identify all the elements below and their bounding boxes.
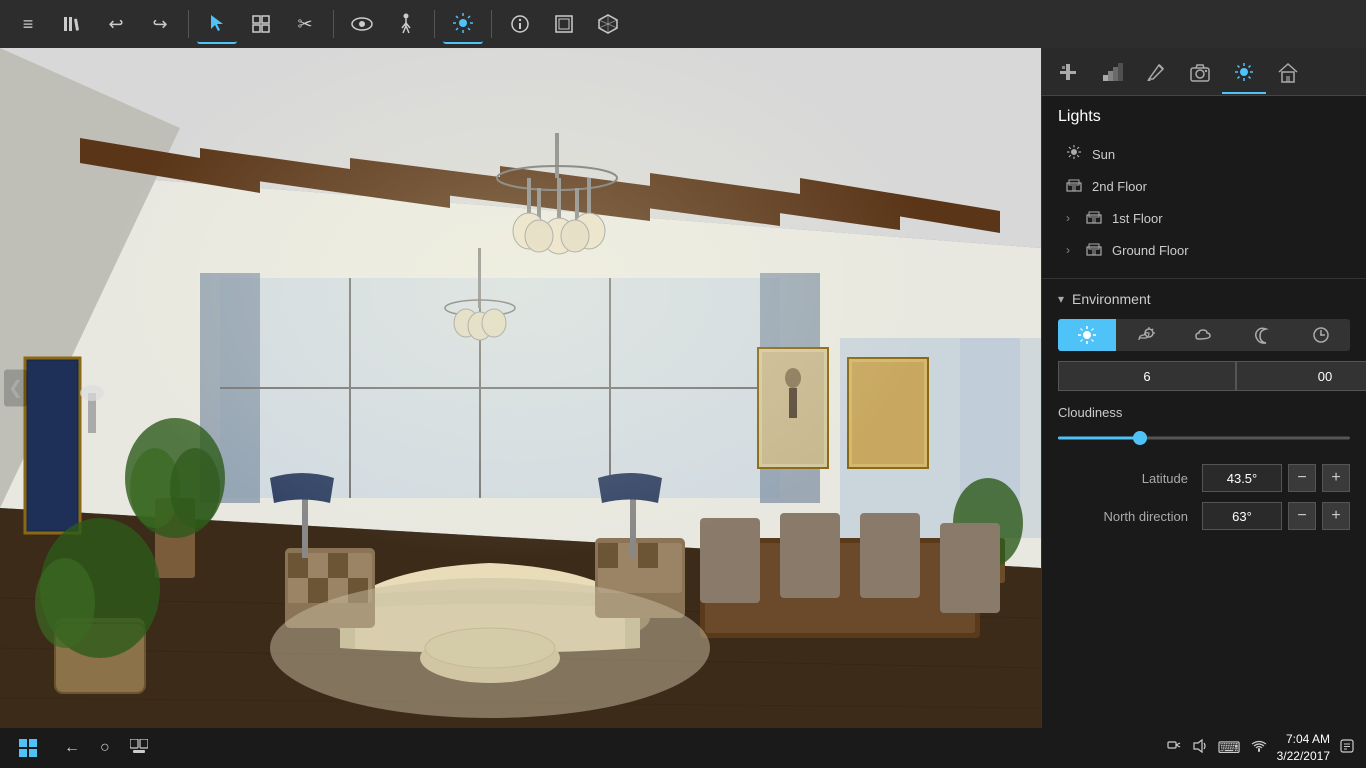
sun-light-icon [1066,144,1082,164]
taskbar-keyboard-icon[interactable]: ⌨ [1218,738,1241,758]
north-direction-row: North direction − + [1058,502,1350,530]
environment-header[interactable]: ▾ Environment [1058,291,1350,307]
weather-clear-btn[interactable] [1058,319,1116,351]
menu-icon[interactable]: ≡ [8,4,48,44]
separator-3 [434,10,435,38]
latitude-plus-btn[interactable]: + [1322,464,1350,492]
weather-buttons [1058,319,1350,351]
weather-night-btn[interactable] [1233,319,1291,351]
camera-panel-icon[interactable] [1178,50,1222,94]
taskbar-notification-icon[interactable] [1166,738,1182,759]
light-item-ground-floor[interactable]: › Ground Floor [1058,234,1350,266]
scissors-icon[interactable]: ✂ [285,4,325,44]
undo-icon[interactable]: ↩ [96,4,136,44]
taskbar-search-btn[interactable]: ○ [100,739,110,757]
3d-icon[interactable] [588,4,628,44]
light-item-sun[interactable]: Sun [1058,138,1350,170]
redo-icon[interactable]: ↪ [140,4,180,44]
environment-section: ▾ Environment [1042,278,1366,728]
viewport[interactable]: ❮ [0,48,1041,728]
separator-1 [188,10,189,38]
north-direction-minus-btn[interactable]: − [1288,502,1316,530]
latitude-label: Latitude [1058,471,1196,486]
weather-time-btn[interactable] [1292,319,1350,351]
cloudiness-label: Cloudiness [1058,405,1350,420]
windows-start-btn[interactable] [12,732,44,764]
taskbar-date-display: 3/22/2017 [1277,748,1330,765]
taskbar-taskview-btn[interactable] [130,739,148,758]
floor-light-icon-2nd [1066,176,1082,196]
latitude-minus-btn[interactable]: − [1288,464,1316,492]
weather-cloudy-btn[interactable] [1175,319,1233,351]
info-icon[interactable] [500,4,540,44]
slider-thumb[interactable] [1133,431,1147,445]
latitude-input[interactable] [1202,464,1282,492]
2nd-floor-label: 2nd Floor [1092,179,1342,194]
north-direction-plus-btn[interactable]: + [1322,502,1350,530]
taskbar-network-icon[interactable] [1251,739,1267,758]
grid-icon[interactable] [241,4,281,44]
taskbar-time-display: 7:04 AM [1277,731,1330,748]
ground-floor-label: Ground Floor [1112,243,1342,258]
taskbar-left: ← ○ [12,732,148,764]
paint-panel-icon[interactable] [1134,50,1178,94]
taskbar-back-btn[interactable]: ← [64,739,80,757]
expand-1st-floor-icon: › [1066,211,1070,225]
right-panel: Lights Sun [1041,48,1366,728]
time-inputs [1058,361,1350,391]
north-direction-label: North direction [1058,509,1196,524]
sun-toolbar-icon[interactable] [443,4,483,44]
build-panel-icon[interactable] [1046,50,1090,94]
walk-icon[interactable] [386,4,426,44]
env-collapse-icon: ▾ [1058,292,1064,306]
lights-panel-icon[interactable] [1222,50,1266,94]
time-minute-input[interactable] [1236,361,1366,391]
light-item-1st-floor[interactable]: › 1st Floor [1058,202,1350,234]
slider-fill [1058,437,1140,440]
environment-title: Environment [1072,291,1151,307]
sun-light-label: Sun [1092,147,1342,162]
fullscreen-icon[interactable] [544,4,584,44]
separator-2 [333,10,334,38]
north-direction-input[interactable] [1202,502,1282,530]
lights-section: Lights Sun [1042,96,1366,278]
house-panel-icon[interactable] [1266,50,1310,94]
panel-icons [1042,48,1366,96]
taskbar-right: ⌨ 7:04 AM 3/22/2017 [1166,731,1354,765]
main-content: ❮ [0,48,1366,728]
weather-partly-cloudy-btn[interactable] [1116,319,1174,351]
floor-light-icon-1st [1086,208,1102,228]
taskbar: ← ○ ⌨ [0,728,1366,768]
latitude-row: Latitude − + [1058,464,1350,492]
eye-icon[interactable] [342,4,382,44]
light-item-2nd-floor[interactable]: 2nd Floor [1058,170,1350,202]
library-icon[interactable] [52,4,92,44]
taskbar-speaker-icon[interactable] [1192,738,1208,759]
cloudiness-slider[interactable] [1058,428,1350,448]
taskbar-datetime: 7:04 AM 3/22/2017 [1277,731,1330,765]
stairs-panel-icon[interactable] [1090,50,1134,94]
select-icon[interactable] [197,4,237,44]
top-toolbar: ≡ ↩ ↪ ✂ [0,0,1366,48]
floor-light-icon-ground [1086,240,1102,260]
1st-floor-label: 1st Floor [1112,211,1342,226]
viewport-left-arrow[interactable]: ❮ [4,370,27,407]
time-hour-input[interactable] [1058,361,1236,391]
separator-4 [491,10,492,38]
lights-title: Lights [1058,108,1350,126]
expand-ground-floor-icon: › [1066,243,1070,257]
taskbar-action-center-icon[interactable] [1340,739,1354,758]
